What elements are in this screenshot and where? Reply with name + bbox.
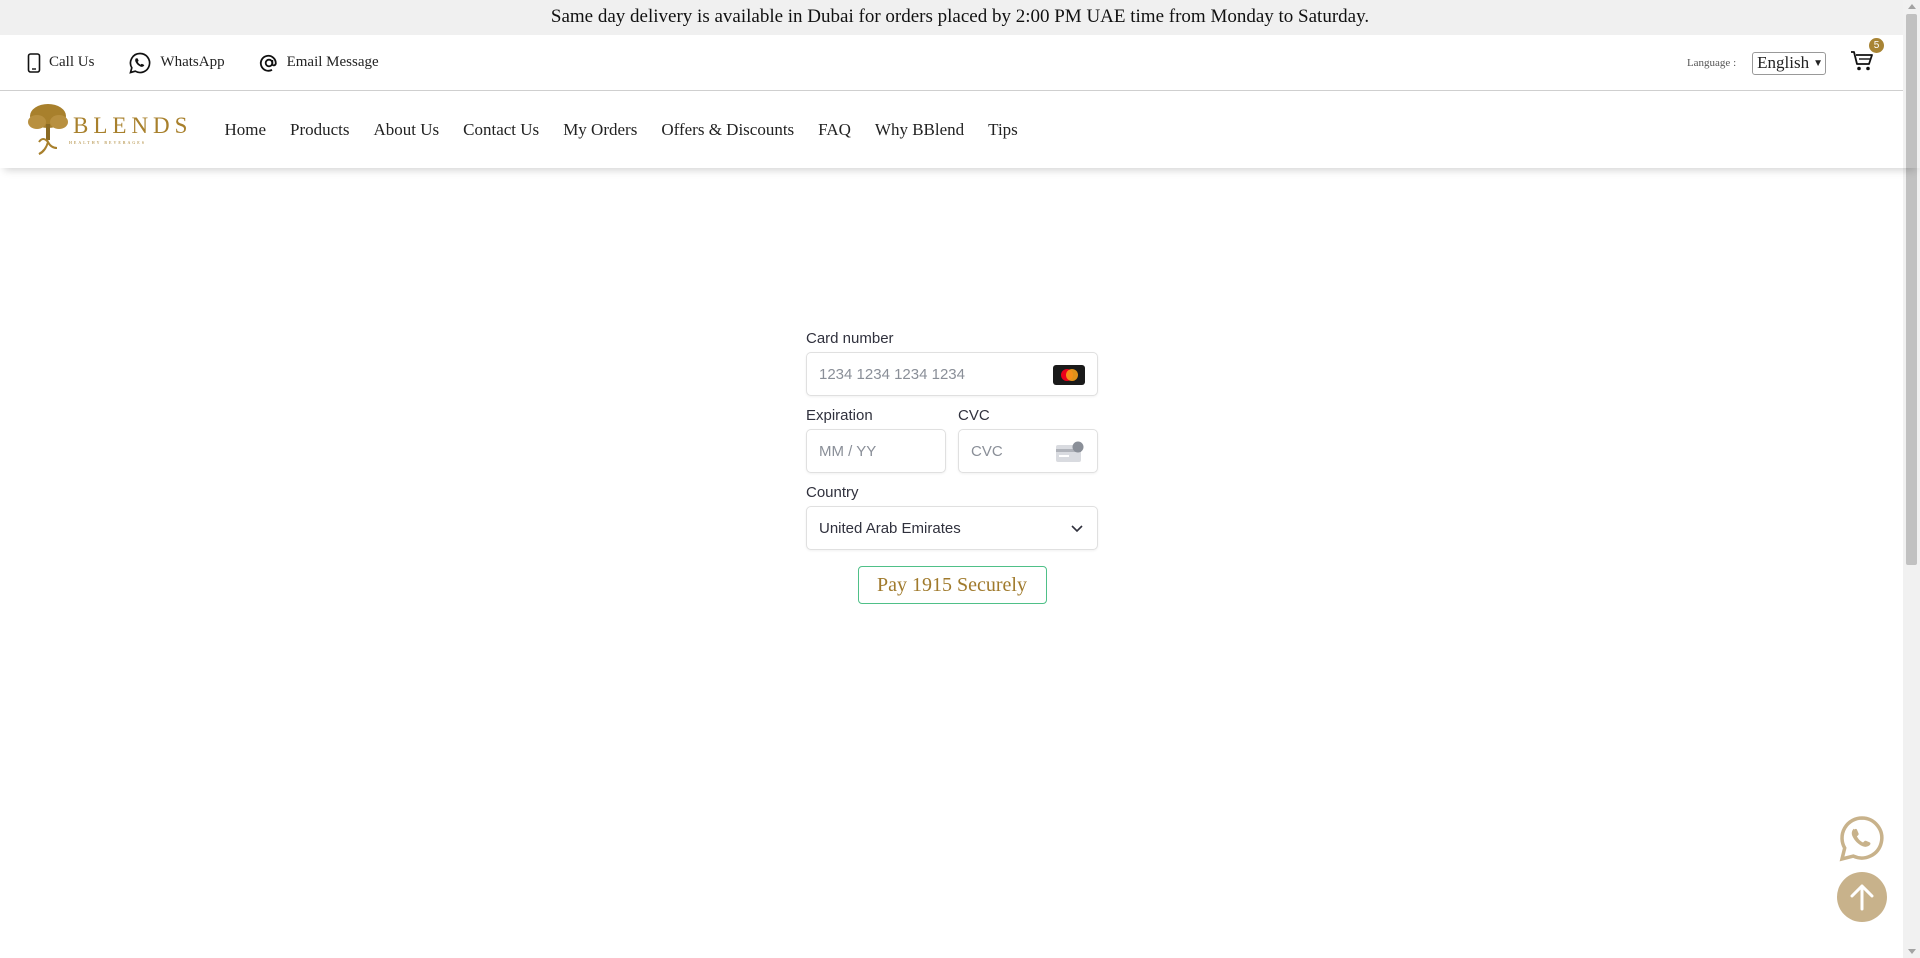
pay-securely-button[interactable]: Pay 1915 Securely bbox=[857, 566, 1047, 604]
whatsapp-icon bbox=[1839, 816, 1884, 862]
cvc-label: CVC bbox=[958, 407, 990, 424]
whatsapp-link[interactable]: WhatsApp bbox=[128, 51, 225, 75]
nav-item-faq[interactable]: FAQ bbox=[818, 120, 851, 140]
chevron-down-icon: ▼ bbox=[1813, 57, 1823, 69]
nav-item-about-us[interactable]: About Us bbox=[374, 120, 440, 140]
card-number-input[interactable]: 1234 1234 1234 1234 bbox=[806, 352, 1098, 396]
call-us-link[interactable]: Call Us bbox=[27, 52, 95, 73]
whatsapp-icon bbox=[129, 52, 151, 74]
cvc-placeholder: CVC bbox=[971, 442, 1003, 460]
country-label: Country bbox=[806, 484, 859, 501]
nav-item-products[interactable]: Products bbox=[290, 120, 350, 140]
country-value: United Arab Emirates bbox=[819, 519, 961, 537]
whatsapp-label: WhatsApp bbox=[160, 54, 225, 70]
language-select[interactable]: English ▼ bbox=[1752, 51, 1826, 75]
scroll-down-arrow-icon[interactable] bbox=[1908, 949, 1916, 954]
expiration-input[interactable]: MM / YY bbox=[806, 429, 946, 473]
mastercard-icon bbox=[1053, 365, 1085, 385]
email-message-link[interactable]: Email Message bbox=[259, 53, 379, 73]
tree-logo-icon bbox=[28, 103, 68, 155]
arrow-up-icon bbox=[1850, 884, 1874, 911]
nav-item-why-bblend[interactable]: Why BBlend bbox=[875, 120, 964, 140]
cart-icon bbox=[1851, 50, 1873, 70]
scroll-to-top-button[interactable] bbox=[1837, 872, 1887, 922]
expiration-placeholder: MM / YY bbox=[819, 442, 877, 460]
main-navbar: BLENDS HEALTHY BEVERAGES Home Products A… bbox=[0, 91, 1920, 168]
announcement-bar: Same day delivery is available in Dubai … bbox=[0, 0, 1920, 35]
call-us-label: Call Us bbox=[49, 54, 95, 70]
scroll-up-arrow-icon[interactable] bbox=[1908, 4, 1916, 9]
chevron-down-icon bbox=[1071, 525, 1083, 533]
nav-item-tips[interactable]: Tips bbox=[988, 120, 1018, 140]
cvc-input[interactable]: CVC bbox=[958, 429, 1098, 473]
top-bar: Call Us WhatsApp Email Message Language … bbox=[0, 35, 1920, 91]
card-number-placeholder: 1234 1234 1234 1234 bbox=[819, 365, 965, 383]
logo-subtitle: HEALTHY BEVERAGES bbox=[69, 140, 146, 145]
nav-item-my-orders[interactable]: My Orders bbox=[563, 120, 637, 140]
email-message-label: Email Message bbox=[286, 54, 379, 70]
expiration-label: Expiration bbox=[806, 407, 873, 424]
language-value: English bbox=[1757, 53, 1810, 72]
card-number-label: Card number bbox=[806, 330, 894, 347]
language-label: Language : bbox=[1686, 57, 1737, 69]
brand-logo[interactable]: BLENDS HEALTHY BEVERAGES bbox=[27, 102, 192, 158]
logo-text: BLENDS bbox=[73, 113, 193, 138]
topbar-right-tools: Language : English ▼ 5 bbox=[1686, 35, 1884, 91]
country-select[interactable]: United Arab Emirates bbox=[806, 506, 1098, 550]
nav-item-contact-us[interactable]: Contact Us bbox=[463, 120, 539, 140]
floating-whatsapp-button[interactable] bbox=[1837, 814, 1887, 864]
at-sign-icon bbox=[259, 54, 277, 72]
payment-form: Card number 1234 1234 1234 1234 Expirati… bbox=[806, 330, 1098, 604]
cart-count-badge: 5 bbox=[1869, 37, 1884, 53]
phone-icon bbox=[27, 52, 41, 73]
cvc-card-icon bbox=[1056, 441, 1084, 462]
cart-button[interactable]: 5 bbox=[1850, 37, 1884, 77]
nav-item-home[interactable]: Home bbox=[224, 120, 266, 140]
nav-item-offers-discounts[interactable]: Offers & Discounts bbox=[661, 120, 794, 140]
